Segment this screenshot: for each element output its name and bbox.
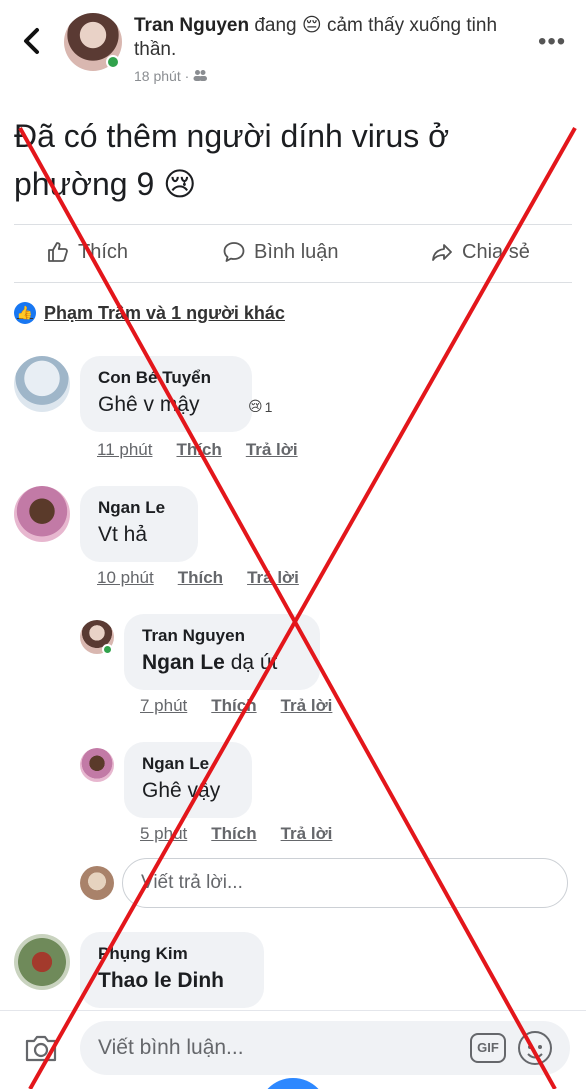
reply-bubble: Tran Nguyen Ngan Le dạ út (124, 614, 320, 690)
comment-bubble: Phụng Kim Thao le Dinh (80, 932, 264, 1008)
comment-reply-link[interactable]: Trả lời (246, 440, 298, 460)
share-arrow-icon (430, 240, 454, 264)
reactions-summary[interactable]: 👍 Phạm Trâm và 1 người khác (14, 302, 285, 324)
reply-meta: 5 phút Thích Trả lời (140, 824, 332, 844)
commenter-name[interactable]: Ngan Le (98, 496, 180, 520)
reply-time[interactable]: 7 phút (140, 696, 187, 716)
post-text: Đã có thêm người dính virus ở phường 9 😢 (14, 118, 450, 202)
divider (14, 282, 572, 283)
comment-meta: 10 phút Thích Trả lời (97, 568, 299, 588)
comment-like-link[interactable]: Thích (178, 568, 223, 588)
audience-friends-icon (193, 68, 208, 84)
share-button[interactable]: Chia sẻ (430, 240, 530, 264)
comment-bubble: Ngan Le Vt hả (80, 486, 198, 562)
comment-label: Bình luận (254, 240, 339, 263)
comment-reaction[interactable]: 😢 1 (248, 398, 272, 415)
reply-like-link[interactable]: Thích (211, 824, 256, 844)
reply-text: Ghê vậy (142, 779, 221, 802)
author-name[interactable]: Tran Nguyen (134, 15, 249, 36)
reply-bubble: Ngan Le Ghê vậy (124, 742, 252, 818)
mention-tag[interactable]: Ngan Le (142, 651, 225, 674)
replier-name[interactable]: Tran Nguyen (142, 624, 302, 648)
comment-meta: 11 phút Thích Trả lời (97, 440, 298, 460)
reaction-count: 1 (264, 398, 273, 415)
online-indicator (102, 644, 113, 655)
comment-text: Thao le Dinh (98, 969, 224, 992)
reply-meta: 7 phút Thích Trả lời (140, 696, 332, 716)
commenter-avatar[interactable] (14, 356, 70, 412)
commenter-name[interactable]: Con Bé Tuyển (98, 366, 234, 390)
divider (14, 224, 572, 225)
comment-reply-link[interactable]: Trả lời (247, 568, 299, 588)
post-actions: Thích Bình luận Chia sẻ (0, 232, 586, 280)
reply-reply-link[interactable]: Trả lời (281, 824, 333, 844)
comment-bubble: Con Bé Tuyển Ghê v mậy (80, 356, 252, 432)
comment-text: Ghê v mậy (98, 393, 200, 416)
comment-time[interactable]: 10 phút (97, 568, 154, 588)
post-meta: 18 phút · (134, 68, 208, 84)
comment-time[interactable]: 11 phút (97, 440, 152, 460)
author-status-line: Tran Nguyen đang 😔 cảm thấy xuống tinh t… (134, 14, 524, 62)
online-indicator (106, 55, 120, 69)
reply-time[interactable]: 5 phút (140, 824, 187, 844)
commenter-avatar[interactable] (14, 934, 70, 990)
my-avatar (80, 866, 114, 900)
reply-like-link[interactable]: Thích (211, 696, 256, 716)
share-label: Chia sẻ (462, 240, 530, 263)
like-button[interactable]: Thích (46, 240, 128, 264)
emoji-icon[interactable] (518, 1031, 552, 1065)
like-label: Thích (78, 240, 129, 263)
post-time[interactable]: 18 phút (134, 68, 181, 84)
sad-reaction-icon: 😢 (248, 398, 263, 414)
gif-icon[interactable]: GIF (470, 1033, 506, 1063)
back-arrow-icon[interactable] (18, 24, 46, 58)
comment-bubble-icon (222, 240, 246, 264)
comment-button[interactable]: Bình luận (222, 240, 339, 264)
camera-icon[interactable] (24, 1033, 58, 1063)
commenter-avatar[interactable] (14, 486, 70, 542)
comment-input[interactable]: Viết bình luận... GIF (80, 1021, 570, 1075)
more-options-icon[interactable]: ••• (538, 28, 566, 56)
post-header: Tran Nguyen đang 😔 cảm thấy xuống tinh t… (0, 0, 586, 100)
thumbs-up-icon (46, 240, 70, 264)
replier-name[interactable]: Ngan Le (142, 752, 234, 776)
reply-input[interactable]: Viết trả lời... (122, 858, 568, 908)
comment-text: Vt hả (98, 523, 148, 546)
reply-reply-link[interactable]: Trả lời (281, 696, 333, 716)
like-reaction-icon: 👍 (14, 302, 36, 324)
replier-avatar[interactable] (80, 748, 114, 782)
reactions-text: Phạm Trâm và 1 người khác (44, 302, 285, 323)
reply-text: Ngan Le dạ út (142, 651, 278, 674)
comment-like-link[interactable]: Thích (176, 440, 221, 460)
comment-placeholder: Viết bình luận... (98, 1036, 244, 1059)
commenter-name[interactable]: Phụng Kim (98, 942, 246, 966)
